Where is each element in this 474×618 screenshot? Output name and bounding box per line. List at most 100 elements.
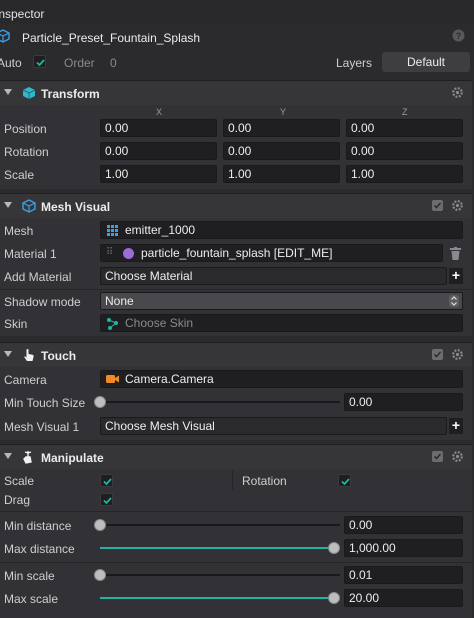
add-material-plus-button[interactable]: + [449,268,463,284]
collapse-arrow-icon[interactable] [4,202,12,208]
manip-scale-checkbox[interactable] [100,474,113,487]
collapse-arrow-icon[interactable] [4,453,12,459]
axis-x-label: X [156,107,163,117]
manip-rotation-checkbox[interactable] [338,474,351,487]
svg-text:?: ? [456,31,462,41]
gear-icon[interactable] [451,86,464,99]
camera-field[interactable]: Camera.Camera [100,370,463,388]
collapse-arrow-icon[interactable] [4,351,12,357]
max-scale-slider[interactable] [100,597,334,599]
position-z-field[interactable]: 0.00 [346,119,463,137]
manip-drag-checkbox[interactable] [100,493,113,506]
object-name[interactable]: Particle_Preset_Fountain_Splash [22,31,200,45]
skin-field[interactable]: Choose Skin [100,314,463,332]
transform-icon [22,87,36,99]
rotation-label: Rotation [4,145,49,159]
scale-x-field[interactable]: 1.00 [100,165,217,183]
mesh-visual-header[interactable]: Mesh Visual [0,194,472,218]
drag-handle-icon[interactable]: ⠿ [106,245,113,261]
dropdown-chevron-icon [449,295,459,307]
manipulate-pinch-icon [23,451,32,464]
manip-rotation-label: Rotation [242,474,287,488]
min-touch-size-label: Min Touch Size [4,396,86,410]
scale-label: Scale [4,168,35,182]
manipulate-header[interactable]: Manipulate [0,445,472,469]
auto-label: Auto [0,56,22,70]
shadow-mode-label: Shadow mode [4,295,81,309]
touch-title: Touch [41,349,77,363]
touch-header[interactable]: Touch [0,343,472,367]
gear-icon[interactable] [451,348,464,361]
transform-header[interactable]: Transform [0,81,472,105]
rotation-z-field[interactable]: 0.00 [346,142,463,160]
mesh-visual1-label: Mesh Visual 1 [4,420,80,434]
collapse-arrow-icon[interactable] [4,89,12,95]
gear-icon[interactable] [451,450,464,463]
divider [0,511,472,512]
divider [0,289,472,290]
enable-toggle-icon[interactable] [432,451,443,462]
mesh-grid-icon [107,225,118,236]
min-touch-size-slider[interactable] [106,401,340,403]
max-scale-field[interactable]: 20.00 [344,589,463,607]
skin-placeholder: Choose Skin [125,316,194,330]
shadow-mode-value: None [105,294,134,308]
max-distance-field[interactable]: 1,000.00 [344,539,463,557]
min-distance-field[interactable]: 0.00 [344,516,463,534]
skin-bone-icon [107,318,118,330]
min-scale-slider[interactable] [106,574,340,576]
order-value[interactable]: 0 [110,56,117,70]
max-scale-slider-knob[interactable] [328,592,340,604]
position-y-field[interactable]: 0.00 [223,119,340,137]
min-scale-field[interactable]: 0.01 [344,566,463,584]
auto-checkbox[interactable] [33,55,46,68]
max-distance-label: Max distance [4,542,75,556]
choose-mesh-visual-field[interactable]: Choose Mesh Visual [100,417,447,435]
material1-field[interactable]: ⠿ particle_fountain_splash [EDIT_ME] [100,244,443,262]
divider [232,470,233,490]
add-mesh-visual-plus-button[interactable]: + [449,418,463,434]
help-icon[interactable]: ? [452,29,465,42]
layers-default-button[interactable]: Default [382,52,470,72]
min-distance-slider[interactable] [106,524,340,526]
object-header: Particle_Preset_Fountain_Splash ? [0,24,474,50]
skin-label: Skin [4,317,28,331]
rotation-y-field[interactable]: 0.00 [223,142,340,160]
manip-drag-label: Drag [4,493,31,507]
manipulate-title: Manipulate [41,451,104,465]
enable-toggle-icon[interactable] [432,349,443,360]
transform-title: Transform [41,87,100,101]
min-distance-slider-knob[interactable] [94,519,106,531]
manip-scale-label: Scale [4,474,35,488]
max-distance-slider-knob[interactable] [328,542,340,554]
material1-value: particle_fountain_splash [EDIT_ME] [141,246,333,260]
camera-value: Camera.Camera [125,372,214,386]
mesh-label: Mesh [4,224,34,238]
min-scale-slider-knob[interactable] [94,569,106,581]
axis-z-label: Z [402,107,408,117]
enable-toggle-icon[interactable] [432,200,443,211]
trash-icon[interactable] [450,247,461,260]
gear-icon[interactable] [451,199,464,212]
mesh-visual-icon [22,199,36,213]
min-scale-label: Min scale [4,569,55,583]
add-material-label: Add Material [4,270,72,284]
camera-label: Camera [4,373,47,387]
camera-icon [106,375,119,383]
shadow-mode-dropdown[interactable]: None [100,292,463,310]
rotation-x-field[interactable]: 0.00 [100,142,217,160]
order-label: Order [64,56,95,70]
scale-z-field[interactable]: 1.00 [346,165,463,183]
position-x-field[interactable]: 0.00 [100,119,217,137]
object-cube-icon [0,29,10,43]
min-touch-size-slider-knob[interactable] [94,396,106,408]
object-settings-row: Auto Order 0 Layers Default [0,50,474,74]
touch-hand-icon [24,349,34,361]
max-scale-label: Max scale [4,592,59,606]
axis-y-label: Y [280,107,287,117]
min-touch-size-field[interactable]: 0.00 [344,393,463,411]
mesh-field[interactable]: emitter_1000 [100,221,463,239]
scale-y-field[interactable]: 1.00 [223,165,340,183]
max-distance-slider[interactable] [100,547,334,549]
choose-material-field[interactable]: Choose Material [100,267,447,285]
